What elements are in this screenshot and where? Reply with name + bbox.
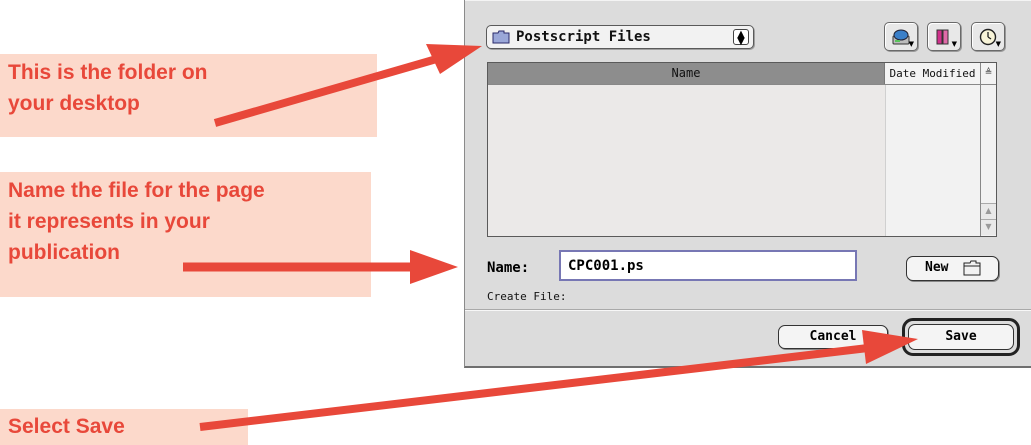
file-list-header: Name Date Modified [488, 63, 980, 85]
popup-arrows-icon: ▲ ▼ [733, 29, 749, 47]
save-button[interactable]: Save [908, 324, 1014, 350]
callout-name-file-line-3: publication [8, 241, 120, 264]
callout-folder: This is the folder on your desktop [0, 54, 377, 137]
file-name-input[interactable] [559, 250, 857, 281]
shortcuts-dropdown-icon: ▼ [908, 40, 914, 48]
column-header-name[interactable]: Name [488, 63, 885, 84]
favorites-dropdown-icon: ▼ [951, 40, 957, 48]
scroll-up-arrow-icon[interactable]: ▲ [981, 203, 996, 219]
folder-icon [492, 30, 510, 44]
sort-order-icon[interactable]: ≜ [980, 63, 996, 85]
new-folder-button-label: New [925, 260, 949, 275]
recent-dropdown-icon: ▼ [995, 40, 1001, 48]
scroll-down-arrow-icon[interactable]: ▼ [981, 219, 996, 235]
callout-name-file-line-1: Name the file for the page [8, 179, 265, 202]
callout-select-save-text: Select Save [8, 415, 125, 438]
column-header-name-label: Name [671, 66, 701, 80]
folder-popup-label: Postscript Files [516, 29, 651, 45]
file-list-scrollbar[interactable]: ▲ ▼ [980, 85, 996, 236]
cancel-button[interactable]: Cancel [778, 325, 888, 349]
shortcuts-button[interactable]: ▼ [884, 22, 918, 51]
callout-select-save: Select Save [0, 409, 248, 445]
create-file-label: Create File: [487, 290, 567, 303]
callout-folder-line-2: your desktop [8, 92, 140, 115]
new-folder-button[interactable]: New [906, 256, 999, 281]
favorites-button[interactable]: ▼ [927, 22, 961, 51]
file-list[interactable]: Name Date Modified ≜ ▲ ▼ [487, 62, 997, 237]
column-header-date-modified[interactable]: Date Modified [885, 63, 980, 84]
date-column-area [885, 85, 980, 236]
save-dialog: Postscript Files ▲ ▼ ▼ ▼ ▼ Name Date Mod… [464, 0, 1031, 368]
callout-name-file: Name the file for the page it represents… [0, 172, 371, 297]
callout-folder-line-1: This is the folder on [8, 61, 208, 84]
dialog-divider [465, 309, 1031, 311]
new-folder-icon [963, 260, 981, 276]
callout-name-file-line-2: it represents in your [8, 210, 210, 233]
folder-popup-menu[interactable]: Postscript Files ▲ ▼ [486, 25, 754, 49]
column-header-date-label: Date Modified [889, 67, 976, 80]
name-field-label: Name: [487, 260, 530, 276]
recent-button[interactable]: ▼ [971, 22, 1005, 51]
